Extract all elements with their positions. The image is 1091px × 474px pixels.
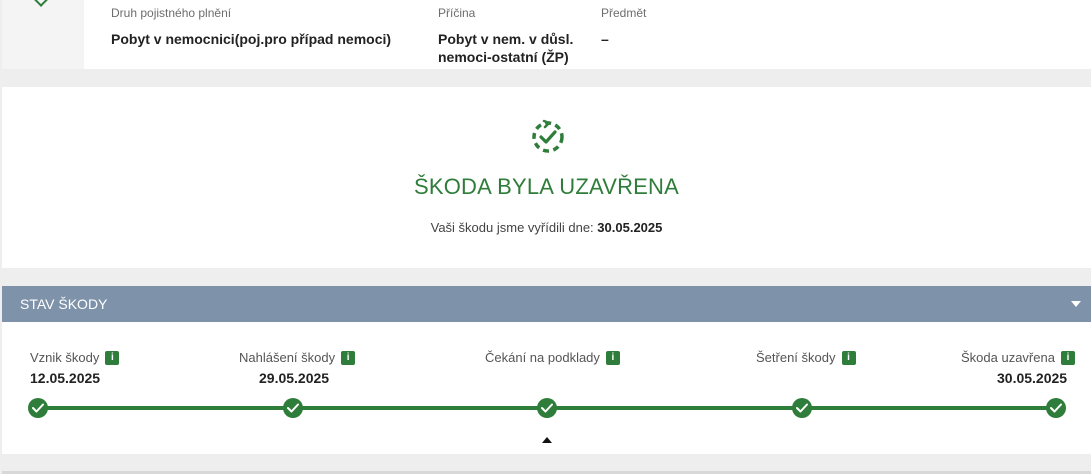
chevron-down-icon	[31, 0, 51, 7]
closed-subtitle-text: Vaši škodu jsme vyřídili dne:	[430, 220, 594, 235]
claim-type-value: Pobyt v nemocnici(poj.pro případ nemoci)	[111, 31, 392, 47]
status-section-header[interactable]: STAV ŠKODY	[2, 286, 1091, 322]
expand-toggle[interactable]	[2, 0, 84, 69]
step-check-icon	[537, 398, 557, 418]
status-title: STAV ŠKODY	[20, 296, 108, 312]
step-label-text: Čekání na podklady	[485, 350, 600, 365]
claim-subject-value: –	[601, 31, 609, 47]
step-label-text: Šetření škody	[756, 350, 836, 365]
step-check-icon	[28, 398, 48, 418]
current-step-pointer-icon	[542, 437, 552, 443]
claim-type-label: Druh pojistného plnění	[111, 6, 232, 20]
step-check-icon	[792, 398, 812, 418]
closed-subtitle: Vaši škodu jsme vyřídili dne: 30.05.2025	[2, 220, 1091, 235]
claim-info-card: Druh pojistného plnění Pobyt v nemocnici…	[2, 0, 1091, 69]
claim-cause-label: Příčina	[438, 6, 476, 20]
step-label-text: Škoda uzavřena	[961, 350, 1055, 365]
info-icon[interactable]: i	[341, 350, 356, 365]
step-label-cekani: Čekání na podklady i	[485, 350, 620, 365]
info-icon[interactable]: i	[841, 350, 856, 365]
caret-down-icon[interactable]	[1071, 301, 1081, 307]
step-label-nahlaseni: Nahlášení škody i	[239, 350, 356, 365]
claim-cause-line1: Pobyt v nem. v důsl.	[438, 31, 574, 47]
step-label-text: Nahlášení škody	[239, 350, 336, 365]
step-check-icon	[1046, 398, 1066, 418]
closed-date: 30.05.2025	[597, 220, 663, 235]
status-timeline: Vznik škody i 12.05.2025 Nahlášení škody…	[2, 322, 1091, 454]
claim-cause-value: Pobyt v nem. v důsl. nemoci-ostatní (ŽP)	[438, 30, 573, 66]
step-date-nahlaseni: 29.05.2025	[259, 370, 330, 386]
step-label-setreni: Šetření škody i	[756, 350, 856, 365]
step-label-vznik: Vznik škody i	[30, 350, 120, 365]
closed-check-icon	[532, 119, 564, 153]
info-icon[interactable]: i	[105, 350, 120, 365]
claim-subject-label: Předmět	[601, 6, 647, 20]
step-date-vznik: 12.05.2025	[30, 370, 101, 386]
step-label-text: Vznik škody	[30, 350, 100, 365]
step-label-uzavrena: Škoda uzavřena i	[961, 350, 1075, 365]
step-check-icon	[283, 398, 303, 418]
step-date-uzavrena: 30.05.2025	[997, 370, 1068, 386]
closed-title: ŠKODA BYLA UZAVŘENA	[413, 174, 680, 199]
info-icon[interactable]: i	[1060, 350, 1075, 365]
info-icon[interactable]: i	[605, 350, 620, 365]
claim-cause-line2: nemoci-ostatní (ŽP)	[438, 49, 569, 65]
claim-closed-card: ŠKODA BYLA UZAVŘENA Vaši škodu jsme vyří…	[2, 87, 1091, 268]
